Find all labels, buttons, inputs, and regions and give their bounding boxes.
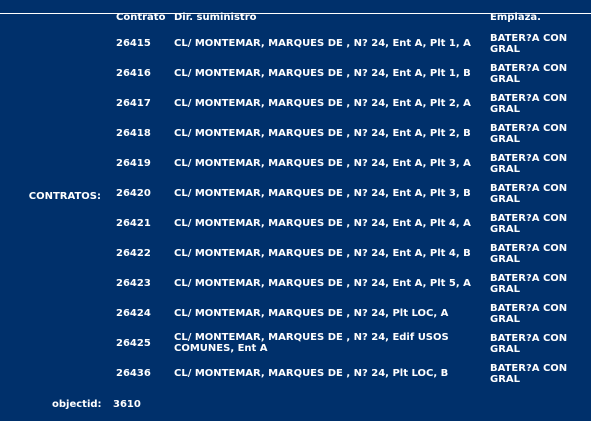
column-header-emplaza: Emplaza. xyxy=(490,12,541,23)
dir-suministro-cell: CL/ MONTEMAR, MARQUES DE , N? 24, Ent A,… xyxy=(174,38,471,49)
contrato-cell: 26436 xyxy=(116,368,151,379)
emplaza-cell: BATER?A CON GRAL xyxy=(490,63,568,85)
table-row: 26436 CL/ MONTEMAR, MARQUES DE , N? 24, P… xyxy=(0,360,591,390)
emplaza-cell: BATER?A CON GRAL xyxy=(490,153,568,175)
dir-suministro-cell: CL/ MONTEMAR, MARQUES DE , N? 24, Ent A,… xyxy=(174,68,471,79)
contrato-cell: 26423 xyxy=(116,278,151,289)
table-row: 26422 CL/ MONTEMAR, MARQUES DE , N? 24, E… xyxy=(0,240,591,270)
table-row: 26420 CL/ MONTEMAR, MARQUES DE , N? 24, E… xyxy=(0,180,591,210)
contrato-cell: 26418 xyxy=(116,128,151,139)
emplaza-cell: BATER?A CON GRAL xyxy=(490,93,568,115)
column-header-contrato: Contrato xyxy=(116,12,166,23)
emplaza-cell: BATER?A CON GRAL xyxy=(490,123,568,145)
column-header-dir-suministro: Dir. suministro xyxy=(174,12,257,23)
emplaza-cell: BATER?A CON GRAL xyxy=(490,213,568,235)
dir-suministro-cell: CL/ MONTEMAR, MARQUES DE , N? 24, Ent A,… xyxy=(174,158,471,169)
table-row: 26419 CL/ MONTEMAR, MARQUES DE , N? 24, E… xyxy=(0,150,591,180)
emplaza-cell: BATER?A CON GRAL xyxy=(490,33,568,55)
emplaza-cell: BATER?A CON GRAL xyxy=(490,243,568,265)
dir-suministro-cell: CL/ MONTEMAR, MARQUES DE , N? 24, Ent A,… xyxy=(174,98,471,109)
contrato-cell: 26416 xyxy=(116,68,151,79)
table-row: 26415 CL/ MONTEMAR, MARQUES DE , N? 24, E… xyxy=(0,30,591,60)
dir-suministro-cell: CL/ MONTEMAR, MARQUES DE , N? 24, Ent A,… xyxy=(174,188,471,199)
contrato-cell: 26422 xyxy=(116,248,151,259)
dir-suministro-cell: CL/ MONTEMAR, MARQUES DE , N? 24, Edif U… xyxy=(174,332,449,354)
emplaza-cell: BATER?A CON GRAL xyxy=(490,333,568,355)
contrato-cell: 26420 xyxy=(116,188,151,199)
table-row: 26425 CL/ MONTEMAR, MARQUES DE , N? 24, E… xyxy=(0,330,591,360)
table-row: 26423 CL/ MONTEMAR, MARQUES DE , N? 24, E… xyxy=(0,270,591,300)
contrato-cell: 26425 xyxy=(116,338,151,349)
contrato-cell: 26421 xyxy=(116,218,151,229)
contrato-cell: 26417 xyxy=(116,98,151,109)
emplaza-cell: BATER?A CON GRAL xyxy=(490,303,568,325)
table-row: 26421 CL/ MONTEMAR, MARQUES DE , N? 24, E… xyxy=(0,210,591,240)
table-row: 26416 CL/ MONTEMAR, MARQUES DE , N? 24, E… xyxy=(0,60,591,90)
table-row: 26418 CL/ MONTEMAR, MARQUES DE , N? 24, E… xyxy=(0,120,591,150)
objectid-label: objectid: xyxy=(52,399,102,410)
emplaza-cell: BATER?A CON GRAL xyxy=(490,363,568,385)
objectid-value: 3610 xyxy=(113,399,141,410)
dir-suministro-cell: CL/ MONTEMAR, MARQUES DE , N? 24, Ent A,… xyxy=(174,128,471,139)
dir-suministro-cell: CL/ MONTEMAR, MARQUES DE , N? 24, Ent A,… xyxy=(174,278,471,289)
table-row: 26417 CL/ MONTEMAR, MARQUES DE , N? 24, E… xyxy=(0,90,591,120)
dir-suministro-cell: CL/ MONTEMAR, MARQUES DE , N? 24, Ent A,… xyxy=(174,248,471,259)
table-row: 26424 CL/ MONTEMAR, MARQUES DE , N? 24, P… xyxy=(0,300,591,330)
dir-suministro-cell: CL/ MONTEMAR, MARQUES DE , N? 24, Plt LO… xyxy=(174,308,449,319)
emplaza-cell: BATER?A CON GRAL xyxy=(490,273,568,295)
dir-suministro-cell: CL/ MONTEMAR, MARQUES DE , N? 24, Ent A,… xyxy=(174,218,471,229)
contrato-cell: 26424 xyxy=(116,308,151,319)
contracts-table: 26415 CL/ MONTEMAR, MARQUES DE , N? 24, E… xyxy=(0,30,591,390)
contrato-cell: 26415 xyxy=(116,38,151,49)
contrato-cell: 26419 xyxy=(116,158,151,169)
emplaza-cell: BATER?A CON GRAL xyxy=(490,183,568,205)
dir-suministro-cell: CL/ MONTEMAR, MARQUES DE , N? 24, Plt LO… xyxy=(174,368,449,379)
